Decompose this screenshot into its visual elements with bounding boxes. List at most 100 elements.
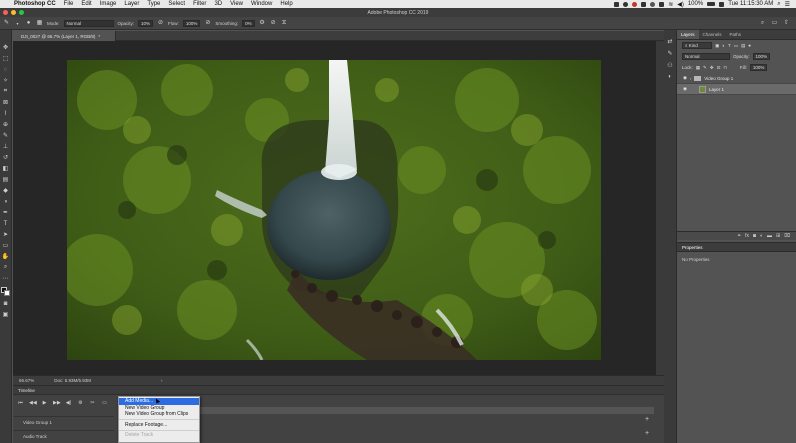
filter-toggle-icon[interactable]: ● bbox=[748, 43, 751, 48]
notification-center-icon[interactable]: ☰ bbox=[785, 1, 790, 8]
background-color-swatch[interactable] bbox=[3, 290, 10, 296]
new-group-icon[interactable]: ▬ bbox=[767, 233, 772, 239]
document-tab-close-marker[interactable]: * bbox=[98, 34, 100, 39]
opacity-field[interactable]: 10% bbox=[138, 19, 154, 27]
go-to-first-frame-icon[interactable]: ⏮ bbox=[17, 400, 24, 406]
search-icon[interactable]: ⌕ bbox=[759, 20, 766, 27]
rectangle-tool-icon[interactable]: ▭ bbox=[2, 241, 10, 250]
history-brush-tool-icon[interactable]: ↺ bbox=[2, 153, 10, 162]
eraser-tool-icon[interactable]: ◧ bbox=[2, 164, 10, 173]
adjustments-panel-icon[interactable]: ◐ bbox=[668, 74, 672, 80]
lasso-tool-icon[interactable]: ◌ bbox=[2, 65, 10, 74]
eyedropper-tool-icon[interactable]: ⌇ bbox=[2, 109, 10, 118]
document-tab[interactable]: DJI_0027 @ 66.7% (Layer 1, RGB/8) * bbox=[13, 31, 116, 41]
lock-artboard-icon[interactable]: ⊡ bbox=[717, 65, 721, 71]
frame-tool-icon[interactable]: ⊠ bbox=[2, 98, 10, 107]
layer-opacity-field[interactable]: 100% bbox=[752, 53, 771, 60]
document-size[interactable]: Doc: 5.93M/5.93M bbox=[54, 378, 91, 383]
airplay-icon[interactable] bbox=[659, 1, 665, 7]
brush-tool-icon[interactable]: ✎ bbox=[2, 131, 10, 140]
split-playhead-scissors-icon[interactable]: ✂ bbox=[89, 400, 96, 406]
wifi-icon[interactable]: ≋ bbox=[668, 1, 673, 8]
volume-icon[interactable]: ◀) bbox=[677, 1, 684, 8]
pressure-size-icon[interactable]: ⊘ bbox=[270, 20, 277, 27]
status-icon[interactable] bbox=[623, 1, 629, 7]
menu-image[interactable]: Image bbox=[96, 1, 121, 7]
hand-tool-icon[interactable]: ✋ bbox=[2, 252, 10, 261]
tab-channels[interactable]: Channels bbox=[699, 30, 726, 39]
menu-type[interactable]: Type bbox=[143, 1, 164, 7]
lock-position-icon[interactable]: ✥ bbox=[710, 65, 714, 71]
quick-mask-icon[interactable]: ◙ bbox=[2, 299, 10, 308]
lock-all-icon[interactable]: ⊓ bbox=[723, 65, 727, 71]
symmetry-icon[interactable]: ⧖ bbox=[281, 20, 288, 27]
record-icon[interactable] bbox=[632, 1, 638, 7]
timeline-ruler[interactable] bbox=[199, 407, 654, 414]
new-layer-icon[interactable]: ⊞ bbox=[776, 233, 780, 239]
smoothing-field[interactable]: 0% bbox=[242, 19, 255, 27]
lock-image-icon[interactable]: ✎ bbox=[703, 65, 707, 71]
transition-icon[interactable]: ▭ bbox=[101, 400, 108, 406]
mode-select[interactable]: Normal bbox=[63, 19, 114, 27]
menu-view[interactable]: View bbox=[226, 1, 247, 7]
filter-shape-icon[interactable]: ▭ bbox=[734, 43, 738, 49]
lock-transparent-icon[interactable]: ▦ bbox=[696, 65, 700, 71]
display-icon[interactable] bbox=[641, 1, 647, 7]
screen-mode-icon[interactable]: ▣ bbox=[2, 310, 10, 319]
dropdown-chevron-icon[interactable]: ▾ bbox=[14, 20, 21, 27]
zoom-level[interactable]: 66.67% bbox=[19, 378, 34, 383]
properties-title[interactable]: Properties bbox=[682, 245, 703, 250]
brush-settings-panel-icon[interactable]: ▦ bbox=[36, 20, 43, 27]
blur-tool-icon[interactable]: ◆ bbox=[2, 186, 10, 195]
type-tool-icon[interactable]: T bbox=[2, 219, 10, 228]
dodge-tool-icon[interactable]: ◑ bbox=[2, 197, 10, 206]
audio-track[interactable]: Audio Track bbox=[13, 430, 114, 442]
menu-select[interactable]: Select bbox=[164, 1, 189, 7]
zoom-tool-icon[interactable]: ⌕ bbox=[2, 263, 10, 272]
workspace-icon[interactable]: ▭ bbox=[771, 20, 778, 27]
canvas-scrollbar[interactable] bbox=[656, 41, 664, 375]
menu-help[interactable]: Help bbox=[276, 1, 296, 7]
menu-file[interactable]: File bbox=[60, 1, 78, 7]
blend-mode-select[interactable]: Normal bbox=[682, 53, 730, 60]
move-tool-icon[interactable]: ✥ bbox=[2, 43, 10, 52]
brush-size-icon[interactable]: ● bbox=[25, 20, 32, 27]
layer-row-video-group[interactable]: ◉ › Video Group 1 bbox=[677, 73, 796, 84]
timeline-settings-gear-icon[interactable]: ⚙ bbox=[77, 400, 84, 406]
flag-icon[interactable] bbox=[719, 1, 725, 7]
add-audio-plus-icon[interactable]: + bbox=[645, 430, 649, 437]
brush-tool-preset-icon[interactable]: ✎ bbox=[3, 20, 10, 27]
add-media-plus-icon[interactable]: + bbox=[645, 416, 649, 423]
audio-volume-icon[interactable]: ◀) bbox=[65, 400, 72, 406]
pressure-opacity-icon[interactable]: ⊘ bbox=[157, 20, 164, 27]
path-selection-tool-icon[interactable]: ➤ bbox=[2, 230, 10, 239]
new-adjustment-layer-icon[interactable]: ◐ bbox=[760, 233, 763, 239]
close-window-button[interactable] bbox=[3, 10, 8, 15]
filter-pixel-icon[interactable]: ▣ bbox=[715, 43, 719, 49]
edit-toolbar-icon[interactable]: ⋯ bbox=[2, 274, 10, 283]
delete-layer-trash-icon[interactable]: ⌧ bbox=[784, 233, 790, 239]
menu-layer[interactable]: Layer bbox=[120, 1, 143, 7]
pen-tool-icon[interactable]: ✒ bbox=[2, 208, 10, 217]
airbrush-icon[interactable]: ⊘ bbox=[204, 20, 211, 27]
tab-paths[interactable]: Paths bbox=[726, 30, 746, 39]
quick-select-tool-icon[interactable]: ✧ bbox=[2, 76, 10, 85]
menu-item-replace-footage[interactable]: Replace Footage... bbox=[119, 422, 199, 429]
crop-tool-icon[interactable]: ⌗ bbox=[2, 87, 10, 96]
marquee-tool-icon[interactable]: ⬚ bbox=[2, 54, 10, 63]
zoom-window-button[interactable] bbox=[19, 10, 24, 15]
menu-3d[interactable]: 3D bbox=[210, 1, 226, 7]
filter-smart-object-icon[interactable]: ▤ bbox=[741, 43, 745, 49]
menu-item-new-video-group-from-clips[interactable]: New Video Group from Clips bbox=[119, 411, 199, 418]
filter-type-icon[interactable]: T bbox=[728, 43, 731, 48]
filter-adjustment-icon[interactable]: ◐ bbox=[722, 43, 725, 48]
smoothing-options-gear-icon[interactable]: ⚙ bbox=[259, 20, 266, 27]
next-frame-icon[interactable]: ▶▶ bbox=[53, 400, 61, 406]
layer-style-fx-icon[interactable]: fx bbox=[745, 233, 749, 239]
flow-field[interactable]: 100% bbox=[182, 19, 201, 27]
paths-panel-icon[interactable]: ⚇ bbox=[667, 62, 672, 69]
gradient-tool-icon[interactable]: ▤ bbox=[2, 175, 10, 184]
video-group-track[interactable]: Video Group 1 bbox=[13, 416, 114, 428]
menu-app-name[interactable]: Photoshop CC bbox=[10, 1, 60, 7]
sync-icon[interactable] bbox=[650, 1, 656, 7]
